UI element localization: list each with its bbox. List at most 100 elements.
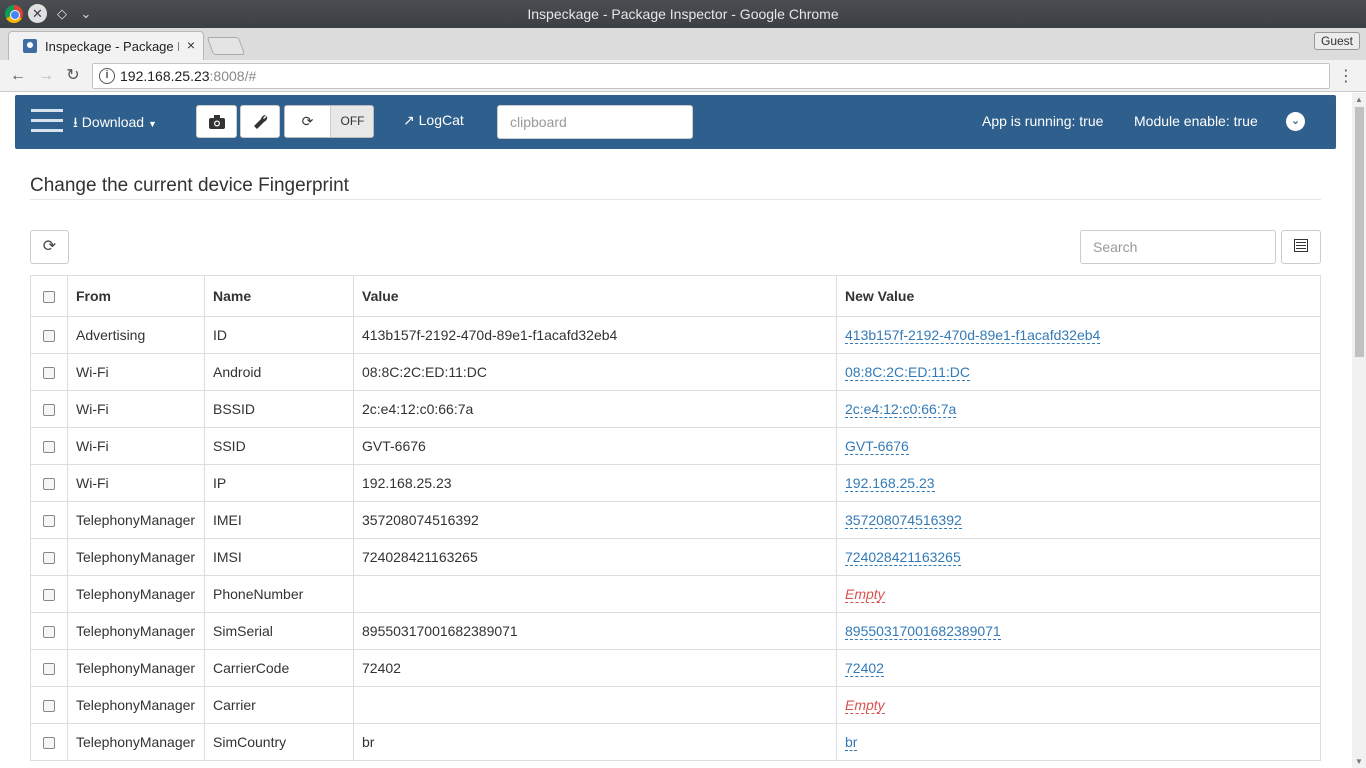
forward-arrow-icon[interactable]: → bbox=[36, 66, 56, 86]
columns-toggle-button[interactable] bbox=[1281, 230, 1321, 264]
cell-from: TelephonyManager bbox=[67, 612, 205, 650]
new-value-editable[interactable]: 413b157f-2192-470d-89e1-f1acafd32eb4 bbox=[845, 327, 1101, 344]
row-checkbox[interactable] bbox=[43, 367, 55, 380]
cell-name: SSID bbox=[204, 427, 354, 465]
scrollbar-thumb[interactable] bbox=[1355, 107, 1364, 357]
tab-strip: Inspeckage - Package Inspector × Guest bbox=[0, 28, 1366, 60]
new-value-editable[interactable]: 2c:e4:12:c0:66:7a bbox=[845, 401, 957, 418]
back-arrow-icon[interactable]: ← bbox=[8, 66, 28, 86]
new-value-editable[interactable]: 357208074516392 bbox=[845, 512, 962, 529]
cell-from: TelephonyManager bbox=[67, 538, 205, 576]
new-value-editable[interactable]: 89550317001682389071 bbox=[845, 623, 1001, 640]
cell-name: IMSI bbox=[204, 538, 354, 576]
new-value-editable[interactable]: 724028421163265 bbox=[845, 549, 961, 566]
scroll-up-icon[interactable]: ▲ bbox=[1355, 95, 1363, 104]
app-running-status: App is running: true bbox=[982, 113, 1104, 129]
address-url: 192.168.25.23:8008/# bbox=[120, 68, 256, 84]
auto-refresh-toggle[interactable]: ⟳ OFF bbox=[284, 105, 374, 138]
cell-value: 192.168.25.23 bbox=[353, 464, 837, 502]
row-checkbox[interactable] bbox=[43, 700, 55, 713]
browser-toolbar: ← → ↻ i 192.168.25.23:8008/# ⋮ bbox=[0, 60, 1366, 92]
new-value-editable[interactable]: Empty bbox=[845, 697, 885, 714]
new-tab-button[interactable] bbox=[206, 37, 246, 55]
row-checkbox[interactable] bbox=[43, 478, 55, 491]
favicon-icon bbox=[23, 39, 37, 53]
site-info-icon[interactable]: i bbox=[99, 68, 115, 84]
tab-title: Inspeckage - Package Inspector bbox=[45, 39, 179, 54]
camera-icon bbox=[208, 114, 225, 129]
browser-menu-icon[interactable]: ⋮ bbox=[1338, 66, 1354, 86]
cell-new-value: 2c:e4:12:c0:66:7a bbox=[836, 390, 1321, 428]
header-new-value[interactable]: New Value bbox=[836, 275, 1321, 317]
cell-new-value: Empty bbox=[836, 575, 1321, 613]
table-row: TelephonyManager SimSerial 895503170016823… bbox=[30, 612, 1321, 650]
table-row: Wi-Fi SSID GVT-6676 GVT-6676 bbox=[30, 427, 1321, 465]
row-checkbox[interactable] bbox=[43, 663, 55, 676]
reload-icon[interactable]: ↻ bbox=[63, 66, 83, 86]
wrench-icon bbox=[253, 115, 267, 129]
new-value-editable[interactable]: GVT-6676 bbox=[845, 438, 909, 455]
settings-button[interactable] bbox=[240, 105, 280, 138]
row-checkbox[interactable] bbox=[43, 552, 55, 565]
row-checkbox[interactable] bbox=[43, 441, 55, 454]
row-checkbox[interactable] bbox=[43, 404, 55, 417]
cell-from: TelephonyManager bbox=[67, 723, 205, 761]
screenshot-button[interactable] bbox=[196, 105, 237, 138]
cell-new-value: br bbox=[836, 723, 1321, 761]
refresh-table-button[interactable]: ⟳ bbox=[30, 230, 69, 264]
sync-icon: ⟳ bbox=[285, 106, 331, 137]
clipboard-input[interactable]: clipboard bbox=[497, 105, 693, 139]
row-checkbox[interactable] bbox=[43, 589, 55, 602]
new-value-editable[interactable]: 72402 bbox=[845, 660, 884, 677]
page-content: ⭳ Download ▼ ⟳ OFF ↗ LogCat clipboard Ap… bbox=[0, 93, 1352, 768]
cell-new-value: 357208074516392 bbox=[836, 501, 1321, 539]
table-row: TelephonyManager CarrierCode 72402 72402 bbox=[30, 649, 1321, 687]
logcat-link[interactable]: ↗ LogCat bbox=[403, 112, 464, 129]
page-title: Change the current device Fingerprint bbox=[30, 175, 349, 196]
row-select-cell bbox=[30, 538, 68, 576]
header-value[interactable]: Value bbox=[353, 275, 837, 317]
row-checkbox[interactable] bbox=[43, 626, 55, 639]
scroll-down-icon[interactable]: ▼ bbox=[1355, 757, 1363, 766]
cell-from: Wi-Fi bbox=[67, 353, 205, 391]
cell-name: IMEI bbox=[204, 501, 354, 539]
cell-value: 72402 bbox=[353, 649, 837, 687]
page-scrollbar[interactable]: ▲ ▼ bbox=[1352, 93, 1366, 768]
table-search-input[interactable]: Search bbox=[1080, 230, 1276, 264]
guest-profile-button[interactable]: Guest bbox=[1313, 32, 1360, 50]
cell-value: 2c:e4:12:c0:66:7a bbox=[353, 390, 837, 428]
new-value-editable[interactable]: 08:8C:2C:ED:11:DC bbox=[845, 364, 971, 381]
table-row: Wi-Fi BSSID 2c:e4:12:c0:66:7a 2c:e4:12:c0:6… bbox=[30, 390, 1321, 428]
header-name[interactable]: Name bbox=[204, 275, 354, 317]
row-checkbox[interactable] bbox=[43, 515, 55, 528]
cell-from: Wi-Fi bbox=[67, 427, 205, 465]
cell-new-value: 08:8C:2C:ED:11:DC bbox=[836, 353, 1321, 391]
new-value-editable[interactable]: Empty bbox=[845, 586, 885, 603]
row-select-cell bbox=[30, 686, 68, 724]
cell-from: TelephonyManager bbox=[67, 649, 205, 687]
new-value-editable[interactable]: 192.168.25.23 bbox=[845, 475, 935, 492]
cell-value: 89550317001682389071 bbox=[353, 612, 837, 650]
new-value-editable[interactable]: br bbox=[845, 734, 858, 751]
address-bar[interactable]: i 192.168.25.23:8008/# bbox=[92, 63, 1330, 89]
chevron-down-icon[interactable]: ⌄ bbox=[1286, 112, 1305, 131]
row-checkbox[interactable] bbox=[43, 737, 55, 750]
table-row: TelephonyManager IMSI 724028421163265 72402… bbox=[30, 538, 1321, 576]
row-checkbox[interactable] bbox=[43, 330, 55, 343]
cell-name: SimSerial bbox=[204, 612, 354, 650]
url-path: :8008/# bbox=[209, 68, 257, 84]
download-dropdown[interactable]: ⭳ Download ▼ bbox=[73, 112, 157, 136]
cell-new-value: 413b157f-2192-470d-89e1-f1acafd32eb4 bbox=[836, 316, 1321, 354]
caret-down-icon: ▼ bbox=[147, 119, 157, 129]
browser-tab[interactable]: Inspeckage - Package Inspector × bbox=[8, 31, 204, 60]
table-row: TelephonyManager Carrier Empty bbox=[30, 686, 1321, 724]
cell-new-value: GVT-6676 bbox=[836, 427, 1321, 465]
header-from[interactable]: From bbox=[67, 275, 205, 317]
table-row: TelephonyManager PhoneNumber Empty bbox=[30, 575, 1321, 613]
select-all-checkbox[interactable] bbox=[43, 291, 55, 304]
table-row: Wi-Fi Android 08:8C:2C:ED:11:DC 08:8C:2C:ED… bbox=[30, 353, 1321, 391]
tab-close-icon[interactable]: × bbox=[187, 37, 195, 53]
toggle-state: OFF bbox=[331, 106, 373, 137]
window-title: Inspeckage - Package Inspector - Google … bbox=[527, 6, 839, 22]
hamburger-menu-icon[interactable] bbox=[31, 109, 63, 133]
